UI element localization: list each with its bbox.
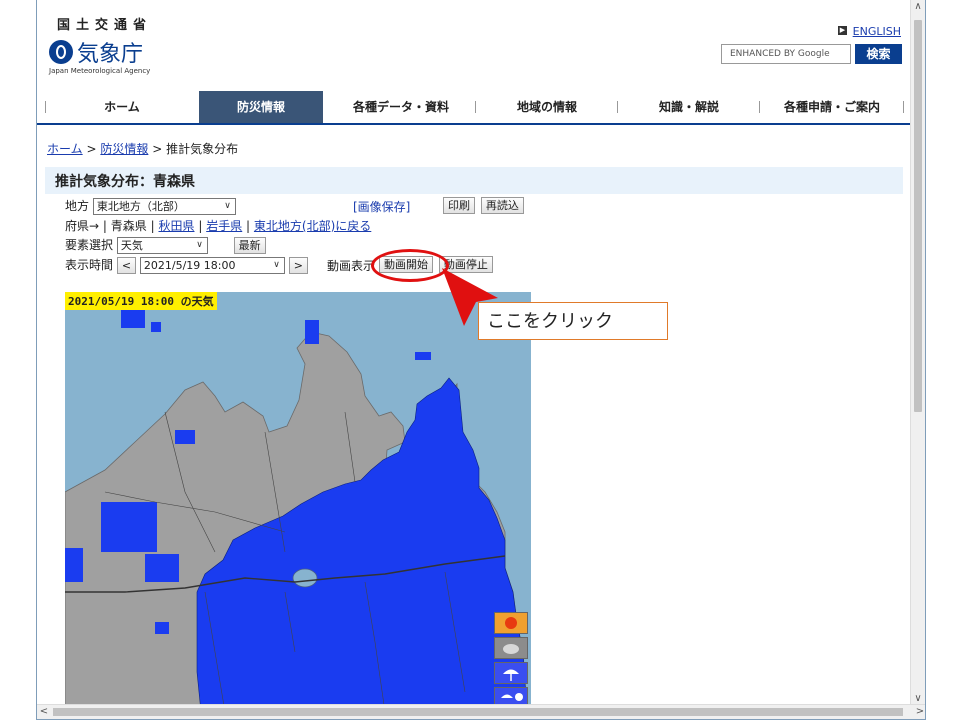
breadcrumb-home[interactable]: ホーム <box>47 142 83 156</box>
rain-cell <box>175 430 195 444</box>
snow-icon <box>494 687 528 705</box>
main-nav: ホーム 防災情報 各種データ・資料 地域の情報 知識・解説 各種申請・ご案内 <box>37 91 913 125</box>
agency-name-en: Japan Meteorological Agency <box>49 67 151 75</box>
nav-bousai[interactable]: 防災情報 <box>199 91 323 123</box>
search-button[interactable]: 検索 <box>855 44 902 64</box>
element-label: 要素選択 <box>65 238 114 252</box>
sunny-icon <box>494 612 528 634</box>
arrow-right-icon: ▶ <box>838 26 847 35</box>
weather-map[interactable]: 2021/05/19 18:00 の天気 <box>65 292 531 712</box>
vertical-scrollbar[interactable]: ∧ ∨ <box>910 0 925 706</box>
region-select[interactable]: 東北地方（北部） ∨ <box>92 198 236 215</box>
rain-cell <box>155 622 169 634</box>
back-to-region-link[interactable]: 東北地方(北部)に戻る <box>254 219 371 233</box>
agency-name[interactable]: 気象庁 <box>77 36 143 68</box>
region-row: 地方 東北地方（北部） ∨ <box>65 197 236 215</box>
cloudy-icon <box>494 637 528 659</box>
horizontal-scrollbar[interactable]: < > <box>37 704 925 719</box>
scroll-left-icon: < <box>39 706 49 717</box>
rain-cell <box>415 352 431 360</box>
scroll-right-icon: > <box>915 706 925 717</box>
region-label: 地方 <box>65 199 90 213</box>
instruction-callout: ここをクリック <box>478 302 668 340</box>
nav-application[interactable]: 各種申請・ご案内 <box>761 91 903 123</box>
reload-button[interactable]: 再読込 <box>480 197 524 214</box>
breadcrumb: ホーム > 防災情報 > 推計気象分布 <box>47 142 239 156</box>
rain-icon <box>494 662 528 684</box>
weather-map-graphic <box>65 310 528 712</box>
element-row: 要素選択 天気 ∨ 最新 <box>65 236 266 254</box>
rain-cell <box>305 320 319 344</box>
lake <box>292 568 318 588</box>
nav-home[interactable]: ホーム <box>47 91 197 123</box>
highlight-circle <box>371 249 449 282</box>
latest-button[interactable]: 最新 <box>233 237 266 254</box>
image-save-link[interactable]: [画像保存] <box>353 198 410 215</box>
prefecture-row: 府県→ | 青森県 | 秋田県 | 岩手県 | 東北地方(北部)に戻る <box>65 219 372 233</box>
ministry-name: 国土交通省 <box>57 18 153 33</box>
breadcrumb-current: 推計気象分布 <box>166 142 239 156</box>
map-datetime-label: 2021/05/19 18:00 の天気 <box>65 292 217 310</box>
element-select[interactable]: 天気 ∨ <box>116 237 208 254</box>
english-link[interactable]: ENGLISH <box>853 25 901 38</box>
title-bar: 推計気象分布：青森県 <box>45 167 903 194</box>
page-title: 推計気象分布：青森県 <box>55 174 195 190</box>
print-button[interactable]: 印刷 <box>443 197 475 214</box>
nav-knowledge[interactable]: 知識・解説 <box>619 91 759 123</box>
pref-iwate-link[interactable]: 岩手県 <box>206 219 242 233</box>
chevron-down-icon: ∨ <box>273 260 280 270</box>
next-time-button[interactable]: > <box>288 257 308 274</box>
breadcrumb-bousai[interactable]: 防災情報 <box>100 142 148 156</box>
time-label: 表示時間 <box>65 258 114 272</box>
time-select[interactable]: 2021/5/19 18:00 ∨ <box>139 257 285 274</box>
chevron-down-icon: ∨ <box>224 201 231 211</box>
nav-regional[interactable]: 地域の情報 <box>477 91 617 123</box>
rain-cell <box>151 322 161 332</box>
weather-legend <box>494 612 528 708</box>
jma-logo-icon[interactable] <box>49 40 73 64</box>
pref-aomori: 青森県 <box>110 219 147 233</box>
rain-cell <box>145 554 179 582</box>
browser-viewport: 国土交通省 気象庁 Japan Meteorological Agency ▶ … <box>36 0 926 720</box>
chevron-down-icon: ∨ <box>196 240 203 250</box>
nav-data[interactable]: 各種データ・資料 <box>327 91 475 123</box>
rain-cell <box>121 310 145 328</box>
rain-cell <box>101 502 157 552</box>
animation-label: 動画表示 <box>327 259 376 273</box>
pref-akita-link[interactable]: 秋田県 <box>158 219 194 233</box>
prev-time-button[interactable]: < <box>116 257 137 274</box>
scroll-up-icon: ∧ <box>914 1 922 12</box>
rain-cell <box>65 548 83 582</box>
search-input[interactable]: ENHANCED BY Google <box>721 44 851 64</box>
time-row: 表示時間 < 2021/5/19 18:00 ∨ > <box>65 256 308 274</box>
